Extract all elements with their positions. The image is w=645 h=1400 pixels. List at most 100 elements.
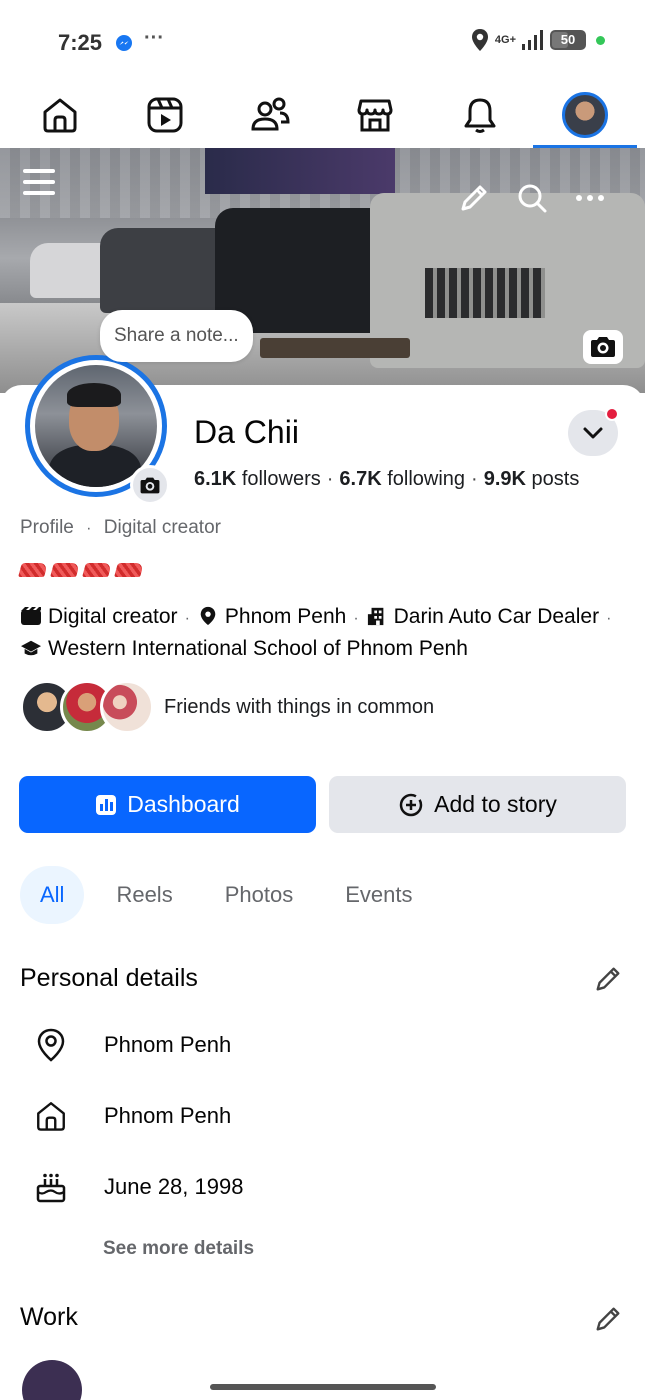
separator-dot: ·: [471, 468, 478, 490]
intro-details: Digital creator · Phnom Penh · Darin Auto Ca…: [20, 602, 625, 664]
status-time: 7:25: [58, 30, 103, 55]
profile-avatar: [561, 92, 608, 138]
separator-dot: ·: [86, 520, 92, 537]
tab-all[interactable]: All: [20, 866, 85, 924]
share-note-bubble[interactable]: Share a note...: [100, 310, 253, 362]
status-indicators: 4G+ 50: [471, 28, 605, 52]
bio-emoji-row: [18, 563, 144, 577]
status-bar: 7:25 ··· 4G+ 50: [0, 0, 645, 82]
followers-label: followers: [241, 468, 321, 490]
home-indicator: [210, 1384, 436, 1390]
edit-personal-details-icon[interactable]: [593, 964, 623, 994]
profile-type: Profile: [20, 517, 74, 538]
nav-friends[interactable]: [230, 82, 310, 148]
profile-category-label: Digital creator: [103, 517, 221, 538]
profile-name: Da Chii: [194, 414, 299, 450]
profile-photo-body: [49, 445, 141, 487]
profile-tabs: All Reels Photos Events: [20, 866, 432, 924]
privacy-indicator-dot: [596, 35, 605, 45]
top-navigation: [0, 82, 645, 148]
dashboard-icon: [96, 794, 117, 815]
mutual-friend-avatar: [100, 680, 154, 734]
reels-icon: [147, 97, 183, 133]
followers-count: 6.1K: [194, 468, 237, 490]
dashboard-label: Dashboard: [127, 791, 240, 817]
red-car-emoji: [114, 563, 144, 577]
red-car-emoji: [18, 563, 48, 577]
location-pin-icon: [200, 606, 216, 626]
battery-text: 50: [560, 32, 576, 47]
separator-dot: ·: [353, 610, 359, 627]
edit-cover-button[interactable]: [583, 330, 623, 364]
mutual-friends-row[interactable]: Friends with things in common: [20, 680, 434, 734]
detail-hometown: Phnom Penh: [34, 1099, 231, 1133]
hamburger-menu-icon: [23, 169, 55, 195]
nav-marketplace[interactable]: [335, 82, 415, 148]
work-title: Work: [20, 1303, 78, 1331]
birthday-cake-icon: [34, 1170, 68, 1204]
marketplace-icon: [357, 99, 393, 132]
detail-current-city: Phnom Penh: [34, 1028, 231, 1062]
tab-events[interactable]: Events: [325, 866, 432, 924]
hometown-text: Phnom Penh: [104, 1103, 232, 1128]
more-options-button[interactable]: [572, 180, 608, 216]
following-count: 6.7K: [339, 468, 382, 490]
notifications-icon: [464, 98, 496, 133]
menu-button[interactable]: [20, 164, 58, 200]
status-more: ···: [144, 27, 164, 49]
red-car-emoji: [82, 563, 112, 577]
messenger-icon: [116, 35, 132, 51]
location-pin-icon: [34, 1028, 68, 1062]
edit-work-icon[interactable]: [593, 1304, 623, 1334]
camera-icon: [140, 477, 160, 493]
network-label: 4G+: [494, 33, 516, 46]
see-more-details-link[interactable]: See more details: [103, 1238, 254, 1260]
current-city-text: Phnom Penh: [104, 1032, 232, 1057]
profile-stats: 6.1K followers · 6.7K following · 9.9K posts: [194, 468, 579, 491]
pencil-icon: [461, 185, 487, 211]
location-status-icon: [471, 29, 488, 51]
following-label: following: [387, 468, 466, 490]
red-car-emoji: [50, 563, 80, 577]
chevron-down-icon: [583, 427, 603, 439]
intro-location[interactable]: Phnom Penh: [225, 605, 346, 628]
mutual-friends-text: Friends with things in common: [164, 695, 435, 718]
followers-stat[interactable]: 6.1K followers: [194, 468, 321, 490]
battery-indicator: 50: [550, 30, 586, 50]
home-icon: [34, 1099, 68, 1133]
birthday-text: June 28, 1998: [104, 1174, 244, 1199]
edit-profile-button[interactable]: [456, 180, 492, 216]
update-profile-picture-button[interactable]: [130, 465, 170, 505]
intro-school[interactable]: Western International School of Phnom Pe…: [48, 637, 468, 660]
profile-switcher-button[interactable]: [568, 407, 619, 456]
following-stat[interactable]: 6.7K following: [339, 468, 465, 490]
add-to-story-button[interactable]: Add to story: [329, 776, 626, 833]
search-button[interactable]: [514, 180, 550, 216]
posts-label: posts: [531, 468, 580, 490]
notification-dot: [605, 407, 619, 421]
tab-reels[interactable]: Reels: [96, 866, 192, 924]
dashboard-button[interactable]: Dashboard: [19, 776, 316, 833]
add-to-story-label: Add to story: [434, 791, 557, 817]
cover-car-grill: [425, 268, 545, 318]
separator-dot: ·: [326, 468, 334, 490]
posts-count: 9.9K: [483, 468, 526, 490]
separator-dot: ·: [184, 610, 190, 627]
separator-dot: ·: [606, 610, 612, 627]
nav-reels[interactable]: [125, 82, 205, 148]
nav-home[interactable]: [20, 82, 100, 148]
profile-category: Profile · Digital creator: [20, 517, 221, 539]
building-icon: [367, 607, 384, 626]
search-icon: [518, 184, 547, 213]
more-icon: [576, 195, 604, 201]
nav-notifications[interactable]: [440, 82, 520, 148]
intro-creator: Digital creator: [48, 605, 178, 628]
add-circle-icon: [399, 793, 423, 816]
posts-stat[interactable]: 9.9K posts: [484, 468, 580, 490]
tab-photos[interactable]: Photos: [205, 866, 314, 924]
detail-birthday: June 28, 1998: [34, 1170, 243, 1204]
clapperboard-icon: [21, 607, 41, 625]
nav-profile[interactable]: [532, 82, 637, 148]
intro-work[interactable]: Darin Auto Car Dealer: [394, 605, 599, 628]
friends-icon: [251, 97, 290, 131]
